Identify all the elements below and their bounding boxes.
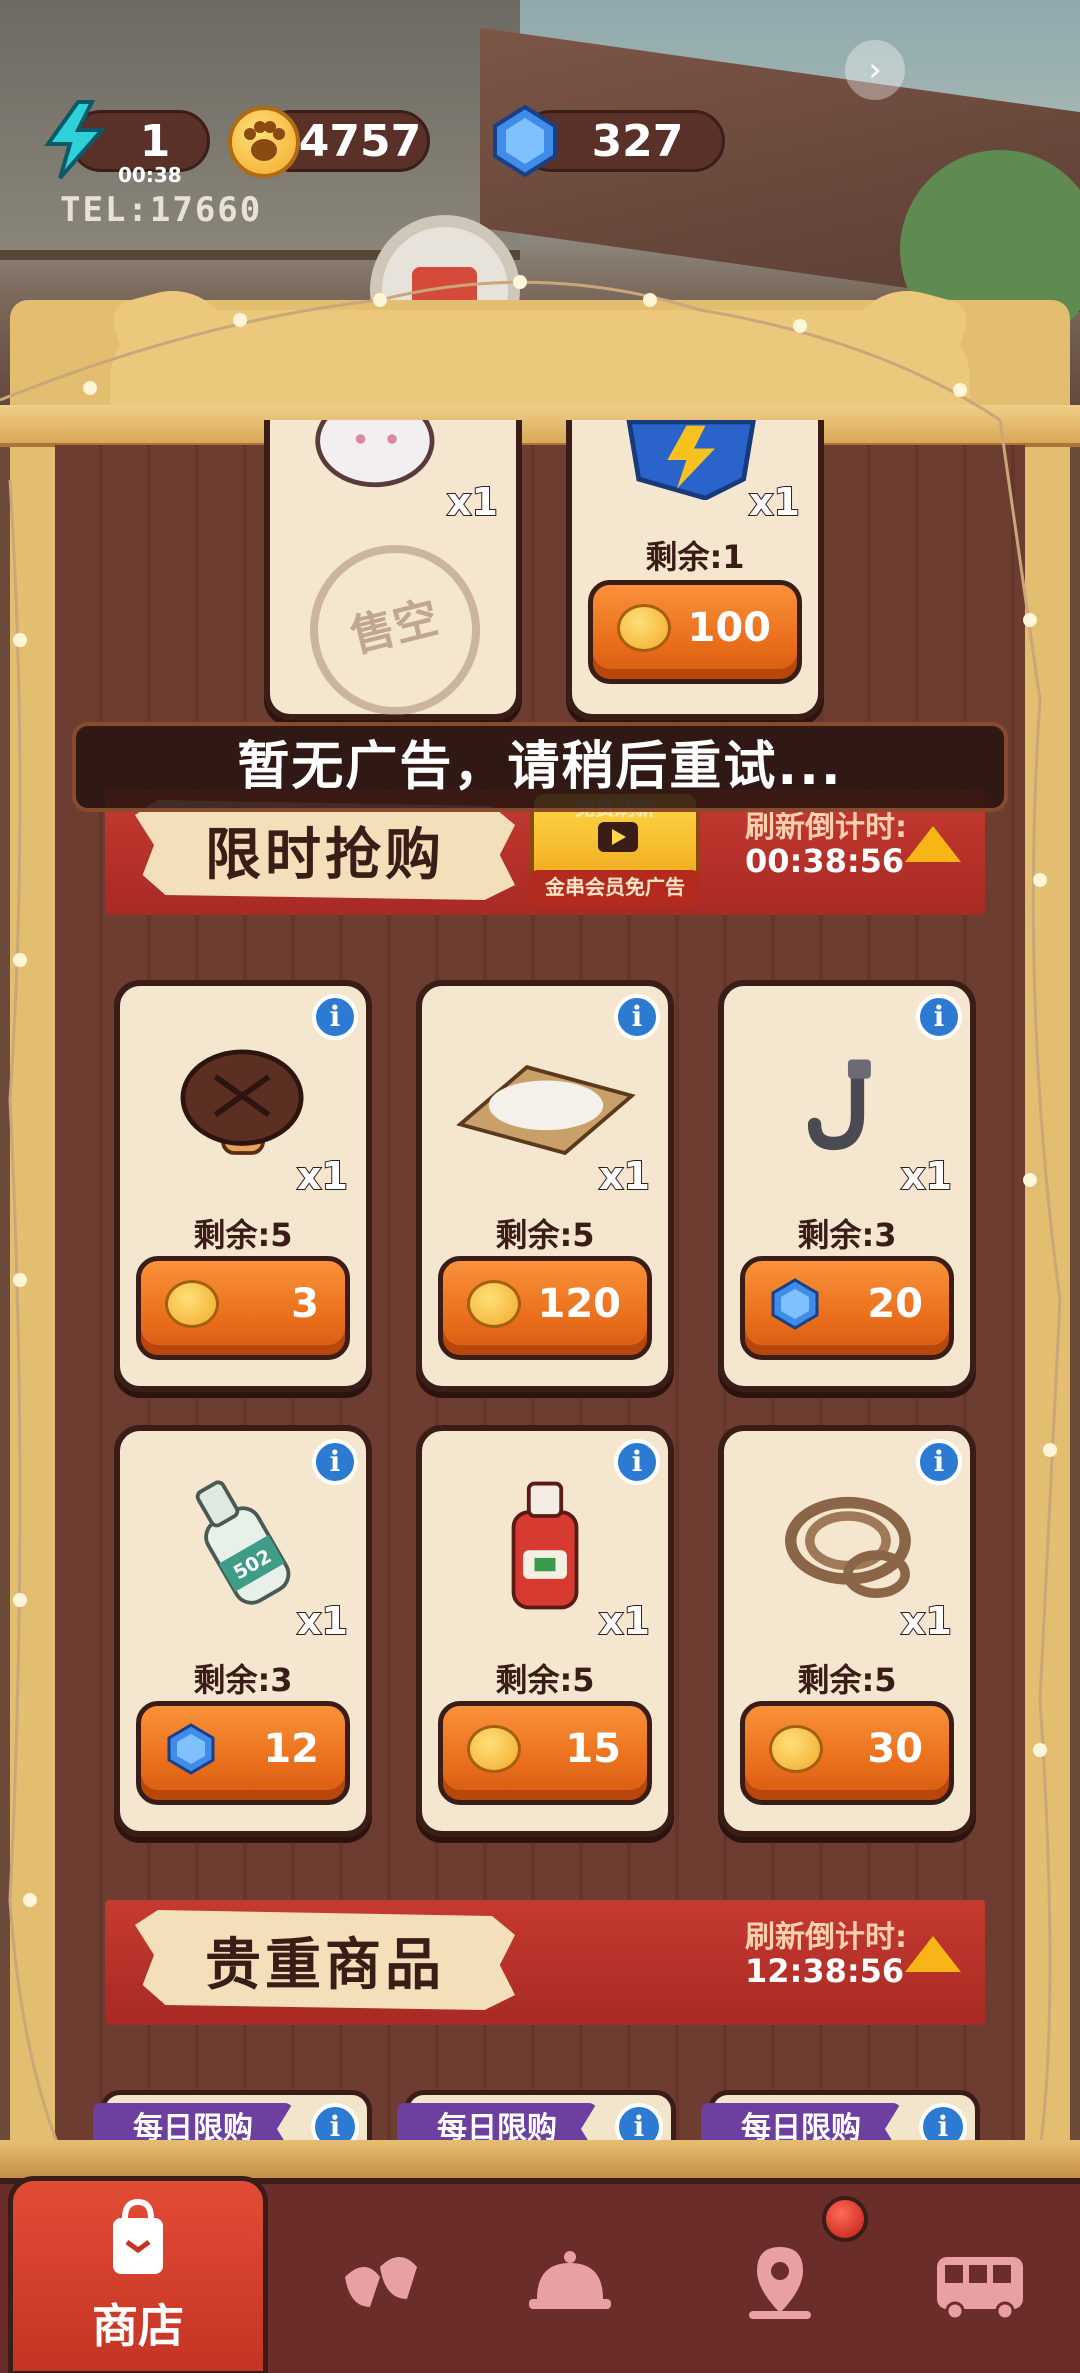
refresh-countdown-time: 00:38:56	[745, 842, 905, 880]
shop-item-card[interactable]: i x1 剩余:3 20	[718, 980, 976, 1392]
lightning-icon	[44, 100, 107, 180]
item-quantity: x1	[900, 1153, 953, 1199]
item-quantity: x1	[598, 1153, 651, 1199]
map-pin-icon	[749, 2246, 811, 2319]
item-quantity: x1	[748, 479, 801, 525]
hook-icon	[807, 1059, 871, 1151]
flour-tray-icon	[456, 1065, 636, 1156]
gem-icon	[771, 1278, 819, 1330]
shop-item-card[interactable]: i x1 剩余:5 3	[114, 980, 372, 1392]
shop-sign: TEL:17660	[60, 190, 263, 230]
shop-item-card[interactable]: i x1 剩余:5 30	[718, 1425, 976, 1837]
cards-icon	[345, 2256, 417, 2307]
item-quantity: x1	[900, 1598, 953, 1644]
shop-item-card[interactable]: i x1 剩余:5 120	[416, 980, 674, 1392]
energy-value: 1	[139, 115, 171, 167]
gem-icon	[167, 1723, 215, 1775]
buy-button[interactable]: 12	[136, 1701, 350, 1805]
item-quantity: x1	[446, 479, 499, 525]
cloche-icon	[529, 2250, 611, 2309]
buy-button[interactable]: 3	[136, 1256, 350, 1360]
mushroom-icon	[180, 1049, 304, 1155]
no-ad-toast: 暂无广告，请稍后重试...	[72, 722, 1008, 812]
item-remaining: 剩余:5	[495, 1216, 595, 1254]
sold-out-stamp: 售空	[291, 526, 499, 734]
gem-icon	[493, 104, 557, 178]
shop-item-card[interactable]: x1 剩余:1 100	[566, 420, 824, 720]
price: 3	[291, 1281, 319, 1327]
price: 20	[867, 1281, 923, 1327]
paw-coin-icon	[165, 1280, 219, 1328]
paw-coin-icon	[467, 1725, 521, 1773]
premium-goods-title: 贵重商品	[135, 1910, 515, 2010]
cabinet-top-rail	[0, 405, 1080, 447]
bus-icon	[937, 2256, 1023, 2320]
ketchup-bottle-icon	[511, 1481, 579, 1610]
cabinet-bottom-rail	[0, 2140, 1080, 2180]
collapse-arrow-icon[interactable]	[905, 1936, 961, 1972]
refresh-countdown-label: 刷新倒计时:	[745, 1920, 907, 1955]
item-remaining: 剩余:5	[193, 1216, 293, 1254]
price: 120	[537, 1281, 622, 1327]
notification-dot	[822, 2196, 868, 2242]
item-quantity: x1	[598, 1598, 651, 1644]
paw-coin-icon	[617, 604, 671, 652]
item-remaining: 剩余:5	[495, 1661, 595, 1699]
buy-button[interactable]: 120	[438, 1256, 652, 1360]
item-remaining: 剩余:5	[797, 1661, 897, 1699]
refresh-countdown-time: 12:38:56	[745, 1952, 905, 1990]
tab-cards[interactable]	[280, 2184, 480, 2373]
price: 12	[263, 1726, 319, 1772]
paw-coin-icon	[467, 1280, 521, 1328]
price: 30	[867, 1726, 923, 1772]
tab-kitchen[interactable]	[470, 2184, 670, 2373]
arrow-right-icon[interactable]: ›	[845, 40, 905, 100]
collapse-arrow-icon[interactable]	[905, 826, 961, 862]
rope-coil-icon	[785, 1496, 911, 1598]
glue-bottle-icon: 502	[195, 1480, 291, 1605]
tab-bus[interactable]	[880, 2184, 1080, 2373]
item-remaining: 剩余:3	[193, 1661, 293, 1699]
paw-coin-icon	[228, 106, 300, 178]
paw-coin-icon	[769, 1725, 823, 1773]
gem-value: 327	[591, 115, 684, 167]
shop-item-card[interactable]: i x1 剩余:5 15	[416, 1425, 674, 1837]
premium-goods-banner: 贵重商品 刷新倒计时: 12:38:56	[105, 1900, 985, 2025]
item-remaining: 剩余:1	[645, 538, 745, 576]
buy-button[interactable]: 100	[588, 580, 802, 684]
item-quantity: x1	[296, 1598, 349, 1644]
item-quantity: x1	[296, 1153, 349, 1199]
video-play-icon	[598, 822, 638, 852]
shop-item-card-sold-out[interactable]: x1 售空	[264, 420, 522, 734]
buy-button[interactable]: 30	[740, 1701, 954, 1805]
price: 15	[565, 1726, 621, 1772]
buy-button[interactable]: 15	[438, 1701, 652, 1805]
shop-item-card[interactable]: i 502 x1 剩余:3 12	[114, 1425, 372, 1837]
flash-sale-title: 限时抢购	[135, 800, 515, 900]
tab-shop-label: 商店	[92, 2299, 184, 2353]
cabinet-cat-ears	[110, 310, 970, 420]
tab-shop[interactable]: 商店	[8, 2176, 268, 2373]
member-no-ads-label: 金串会员免广告	[530, 870, 700, 906]
energy-timer: 00:38	[118, 163, 182, 187]
item-remaining: 剩余:3	[797, 1216, 897, 1254]
shop-bag-icon	[113, 2198, 163, 2274]
price: 100	[687, 605, 772, 651]
bottom-navigation: 商店	[0, 2176, 1080, 2373]
buy-button[interactable]: 20	[740, 1256, 954, 1360]
